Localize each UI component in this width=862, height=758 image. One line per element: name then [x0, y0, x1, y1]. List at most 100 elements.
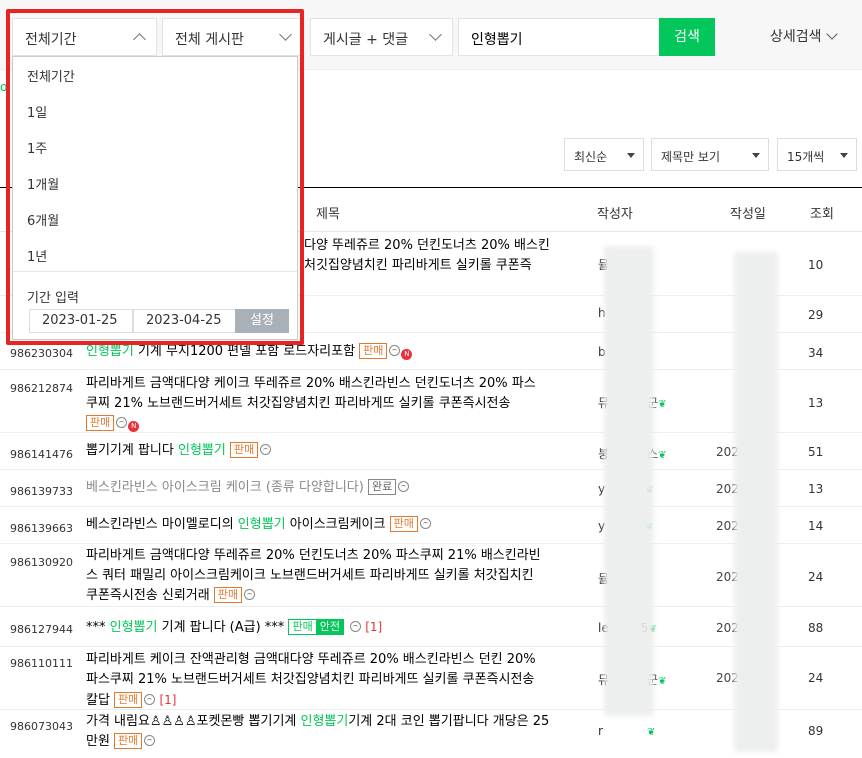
- post-title-link[interactable]: 뽑기기계 팝니다 인형뽑기 판매: [86, 441, 586, 461]
- post-title-text: 베스킨라빈스 아이스크림 케이크 (종류 다양합니다): [86, 480, 364, 495]
- table-row: 986141476 뽑기기계 팝니다 인형뽑기 판매 붕스❦ 202 51: [0, 433, 862, 470]
- post-title-text: 뽑기기계 팝니다: [86, 443, 178, 458]
- highlight-keyword: 인형뽑기: [300, 714, 349, 729]
- chevron-up-icon: [133, 33, 146, 46]
- view-count: 13: [808, 482, 824, 496]
- post-title-text: 가격 내림요♙♙♙♙포켓몬빵 뽑기기계: [86, 714, 301, 729]
- view-mode-value: 제목만 보기: [661, 150, 721, 164]
- image-icon: [260, 444, 272, 455]
- detail-search-label: 상세검색: [770, 29, 822, 45]
- per-page-select[interactable]: 15개씩: [777, 138, 857, 171]
- post-title-link[interactable]: 파리바게트 케이크 잔액관리형 금액대다양 뚜레쥬르 20% 배스킨라빈스 던킨…: [86, 650, 586, 711]
- post-title-link[interactable]: 다양 뚜레쥬르 20% 던킨도너츠 20% 배스킨 처깃집양념치킨 파리바게트 …: [304, 236, 594, 276]
- author-initial: r: [598, 724, 603, 738]
- sort-order-select[interactable]: 최신순: [564, 138, 644, 171]
- start-date-input[interactable]: 2023-01-25: [29, 309, 133, 333]
- highlight-keyword: 인형뽑기: [109, 620, 158, 635]
- post-number: 986230304: [10, 347, 73, 360]
- search-button[interactable]: 검색: [659, 18, 715, 56]
- post-number: 986139733: [10, 485, 73, 498]
- post-title-link[interactable]: 인형뽑기 기계 무지1200 편넬 포함 로드자리포함 판매 N: [86, 342, 586, 362]
- table-row: 986212874 파리바게트 금액대다양 케이크 뚜레쥬르 20% 배스킨라빈…: [0, 370, 862, 433]
- post-number: 986130920: [10, 556, 73, 569]
- highlight-keyword: 인형뽑기: [86, 344, 134, 359]
- period-option-6months[interactable]: 6개월: [27, 210, 59, 229]
- post-title-link[interactable]: 베스킨라빈스 마이멜로디의 인형뽑기 아이스크림케이크 판매: [86, 515, 586, 535]
- search-input[interactable]: 인형뽑기: [458, 18, 660, 56]
- period-option-1year[interactable]: 1년: [27, 246, 47, 265]
- period-select-value: 전체기간: [25, 32, 77, 48]
- post-title-line: 만원: [86, 734, 110, 749]
- status-badge: 판매: [114, 733, 143, 749]
- table-row: 986139663 베스킨라빈스 마이멜로디의 인형뽑기 아이스크림케이크 판매…: [0, 507, 862, 544]
- post-title-text: ***: [86, 620, 110, 635]
- end-date-input[interactable]: 2023-04-25: [133, 309, 237, 333]
- view-count: 89: [808, 724, 824, 738]
- post-number: 986141476: [10, 448, 73, 461]
- period-dropdown-menu: 전체기간 1일 1주 1개월 6개월 1년 기간 입력 2023-01-25 2…: [12, 56, 298, 340]
- status-badge: 판매: [229, 442, 259, 458]
- view-count: 24: [808, 570, 824, 584]
- blurred-date: [734, 252, 778, 752]
- period-option-1day[interactable]: 1일: [27, 102, 47, 121]
- per-page-value: 15개씩: [787, 150, 825, 164]
- member-level-icon: ❦: [658, 399, 667, 410]
- divider: [13, 271, 297, 272]
- status-badge: 판매: [86, 415, 115, 431]
- post-title-line: 파리바게트 케이크 잔액관리형 금액대다양 뚜레쥬르 20% 배스킨라빈스 던킨…: [86, 652, 536, 667]
- view-count: 13: [808, 396, 824, 410]
- chevron-down-icon: [429, 28, 442, 41]
- view-count: 10: [808, 258, 824, 272]
- post-title-line: 쿠폰즉시전송 신뢰거래: [86, 588, 210, 603]
- new-icon: N: [401, 349, 413, 360]
- highlight-keyword: 인형뽑기: [178, 443, 226, 458]
- member-level-icon: ❦: [658, 450, 667, 461]
- period-select[interactable]: 전체기간: [12, 18, 157, 56]
- board-select[interactable]: 전체 게시판: [162, 18, 303, 56]
- image-icon: [144, 735, 156, 746]
- highlight-keyword: 인형뽑기: [237, 517, 286, 532]
- header-author: 작성자: [597, 207, 633, 222]
- view-count: 24: [808, 671, 824, 685]
- header-title: 제목: [316, 207, 340, 222]
- post-title-text: 기계 2대 코인 뽑기팝니다 개당은 25: [348, 714, 550, 729]
- post-title-line: 스 쿼터 패밀리 아이스크림케이크 노브랜드버거세트 파리바게뜨 실키롤 처갓집…: [86, 568, 534, 583]
- chevron-down-icon: [279, 28, 292, 41]
- image-icon: [244, 589, 256, 600]
- post-title-line: 다양 뚜레쥬르 20% 던킨도너츠 20% 배스킨: [304, 238, 550, 253]
- post-title-link[interactable]: 가격 내림요♙♙♙♙포켓몬빵 뽑기기계 인형뽑기기계 2대 코인 뽑기팝니다 개…: [86, 712, 586, 752]
- period-option-all[interactable]: 전체기간: [27, 66, 75, 85]
- period-option-1week[interactable]: 1주: [27, 138, 47, 157]
- post-title-line: 파리바게트 금액대다양 뚜레쥬르 20% 던킨도너츠 20% 파스쿠찌 21% …: [86, 548, 541, 563]
- view-count: 29: [808, 308, 824, 322]
- scope-select[interactable]: 게시글 + 댓글: [310, 18, 453, 56]
- view-count: 14: [808, 519, 824, 533]
- detail-search-toggle[interactable]: 상세검색: [770, 26, 838, 46]
- view-mode-select[interactable]: 제목만 보기: [651, 138, 769, 171]
- caret-down-icon: [627, 153, 635, 158]
- post-title-line: 파스쿠찌 21% 노브랜드버거세트 처갓집양념치킨 파리바게뜨 실키롤 쿠폰즉시…: [86, 672, 535, 687]
- post-number: 986110111: [10, 657, 73, 670]
- status-badge: 판매: [389, 516, 418, 532]
- comment-count[interactable]: [1]: [365, 620, 382, 634]
- table-row: 986073043 가격 내림요♙♙♙♙포켓몬빵 뽑기기계 인형뽑기기계 2대 …: [0, 710, 862, 758]
- author-name[interactable]: r ❦: [598, 724, 655, 738]
- post-title-link[interactable]: 파리바게트 금액대다양 케이크 뚜레쥬르 20% 배스킨라빈스 던킨도너츠 20…: [86, 374, 586, 434]
- image-icon: [116, 417, 128, 428]
- post-title-link[interactable]: 파리바게트 금액대다양 뚜레쥬르 20% 던킨도너츠 20% 파스쿠찌 21% …: [86, 546, 586, 606]
- status-badge: 판매: [114, 692, 143, 708]
- post-title-link[interactable]: *** 인형뽑기 기계 팝니다 (A급) *** 판매 안전 [1]: [86, 617, 586, 638]
- status-badge: 판매: [359, 343, 388, 359]
- table-row: 986110111 파리바게트 케이크 잔액관리형 금액대다양 뚜레쥬르 20%…: [0, 647, 862, 710]
- post-number: 986212874: [10, 382, 73, 395]
- set-range-button[interactable]: 설정: [235, 309, 289, 333]
- post-title-link[interactable]: 베스킨라빈스 아이스크림 케이크 (종류 다양합니다) 완료: [86, 478, 586, 498]
- member-level-icon: ❦: [658, 676, 667, 687]
- header-date: 작성일: [730, 207, 766, 222]
- view-count: 34: [808, 346, 824, 360]
- comment-count[interactable]: [1]: [159, 693, 176, 707]
- period-option-1month[interactable]: 1개월: [27, 174, 59, 193]
- caret-down-icon: [752, 153, 760, 158]
- table-row: 986130920 파리바게트 금액대다양 뚜레쥬르 20% 던킨도너츠 20%…: [0, 544, 862, 607]
- safe-trade-badge: 안전: [315, 619, 344, 635]
